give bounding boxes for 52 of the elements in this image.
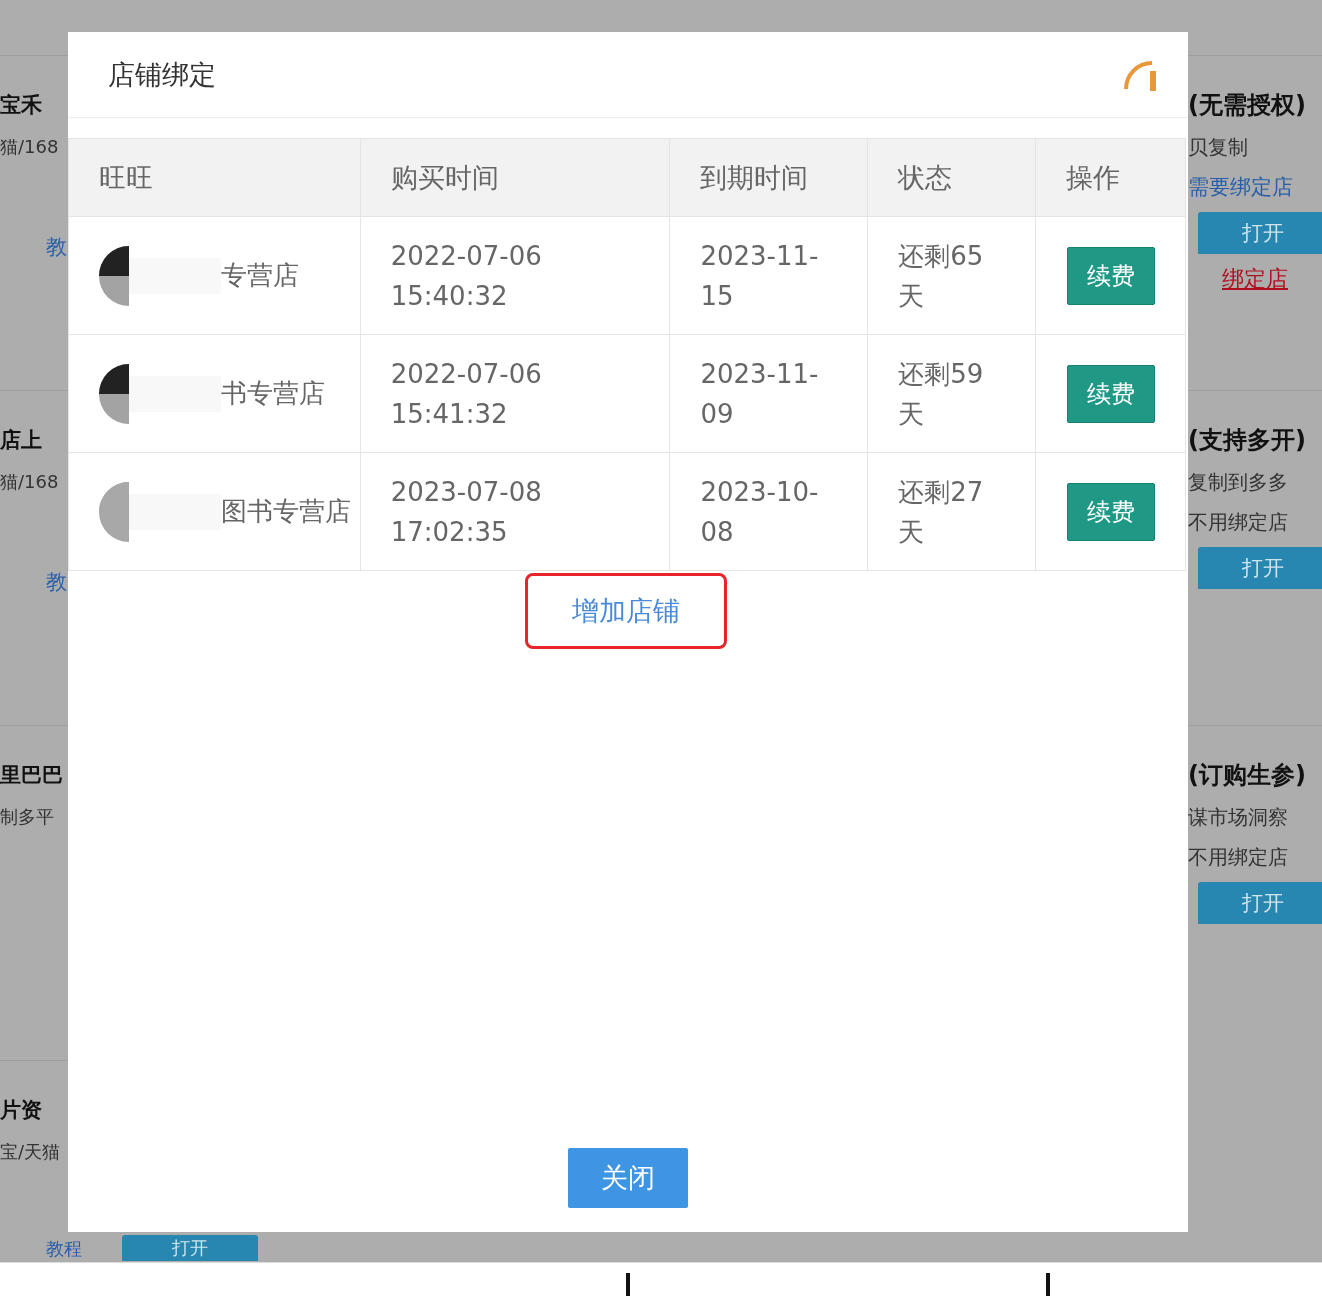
- column-header: 旺旺: [68, 138, 361, 217]
- avatar-icon: [99, 245, 129, 306]
- dialog-title: 店铺绑定: [108, 57, 216, 92]
- arc-icon: [1124, 58, 1158, 91]
- open-button[interactable]: 打开: [1198, 212, 1322, 254]
- table-cell: 书专营店: [68, 334, 361, 453]
- card-title: (订购生参): [1188, 760, 1306, 791]
- card-title: 店上: [0, 427, 42, 454]
- tutorial-link[interactable]: 需要绑定店: [1188, 172, 1293, 202]
- renew-button[interactable]: 续费: [1066, 482, 1155, 541]
- table-cell: 2023-11-09: [669, 334, 868, 453]
- add-shop-link[interactable]: 增加店铺: [525, 573, 727, 649]
- table-cell: 2023-10-08: [669, 452, 868, 571]
- table-cell: 2023-07-08 17:02:35: [360, 452, 670, 571]
- table-cell: 2023-11-15: [669, 216, 868, 335]
- card-title: 片资: [0, 1097, 42, 1124]
- card-description: 谋市场洞察: [1188, 804, 1288, 831]
- card-description: 猫/168: [0, 470, 59, 494]
- card-description: 不用绑定店: [1188, 509, 1288, 536]
- close-button[interactable]: 关闭: [568, 1148, 688, 1208]
- avatar-icon: [99, 481, 129, 542]
- table-cell: 图书专营店: [68, 452, 361, 571]
- renew-button[interactable]: 续费: [1066, 246, 1155, 305]
- tutorial-link[interactable]: 教程: [46, 1237, 82, 1261]
- table-cell: 还剩65天: [867, 216, 1036, 335]
- table-cell: 2022-07-06 15:40:32: [360, 216, 670, 335]
- card-title: 里巴巴: [0, 762, 63, 789]
- column-header: 状态: [867, 138, 1036, 217]
- card-description: 宝/天猫: [0, 1140, 61, 1164]
- open-button[interactable]: 打开: [122, 1235, 258, 1261]
- column-header: 操作: [1035, 138, 1186, 217]
- card-title: (无需授权): [1188, 90, 1306, 121]
- column-header: 到期时间: [669, 138, 868, 217]
- card-description: 贝复制: [1188, 134, 1248, 161]
- table-cell: 还剩27天: [867, 452, 1036, 571]
- card-description: 复制到多多: [1188, 469, 1288, 496]
- open-button[interactable]: 打开: [1198, 547, 1322, 589]
- table-cell: 还剩59天: [867, 334, 1036, 453]
- card-description: 猫/168: [0, 135, 59, 159]
- card-title: 宝禾: [0, 92, 42, 119]
- table-cell: 2022-07-06 15:41:32: [360, 334, 670, 453]
- table-cell: 专营店: [68, 216, 361, 335]
- column-header: 购买时间: [360, 138, 670, 217]
- card-description: 制多平: [0, 805, 54, 829]
- card-description: 不用绑定店: [1188, 844, 1288, 871]
- card-title: (支持多开): [1188, 425, 1306, 456]
- bind-link[interactable]: 绑定店: [1222, 264, 1288, 294]
- tutorial-link[interactable]: 教: [46, 567, 67, 597]
- tutorial-link[interactable]: 教: [46, 232, 67, 262]
- avatar-icon: [99, 363, 129, 424]
- open-button[interactable]: 打开: [1198, 882, 1322, 924]
- renew-button[interactable]: 续费: [1066, 364, 1155, 423]
